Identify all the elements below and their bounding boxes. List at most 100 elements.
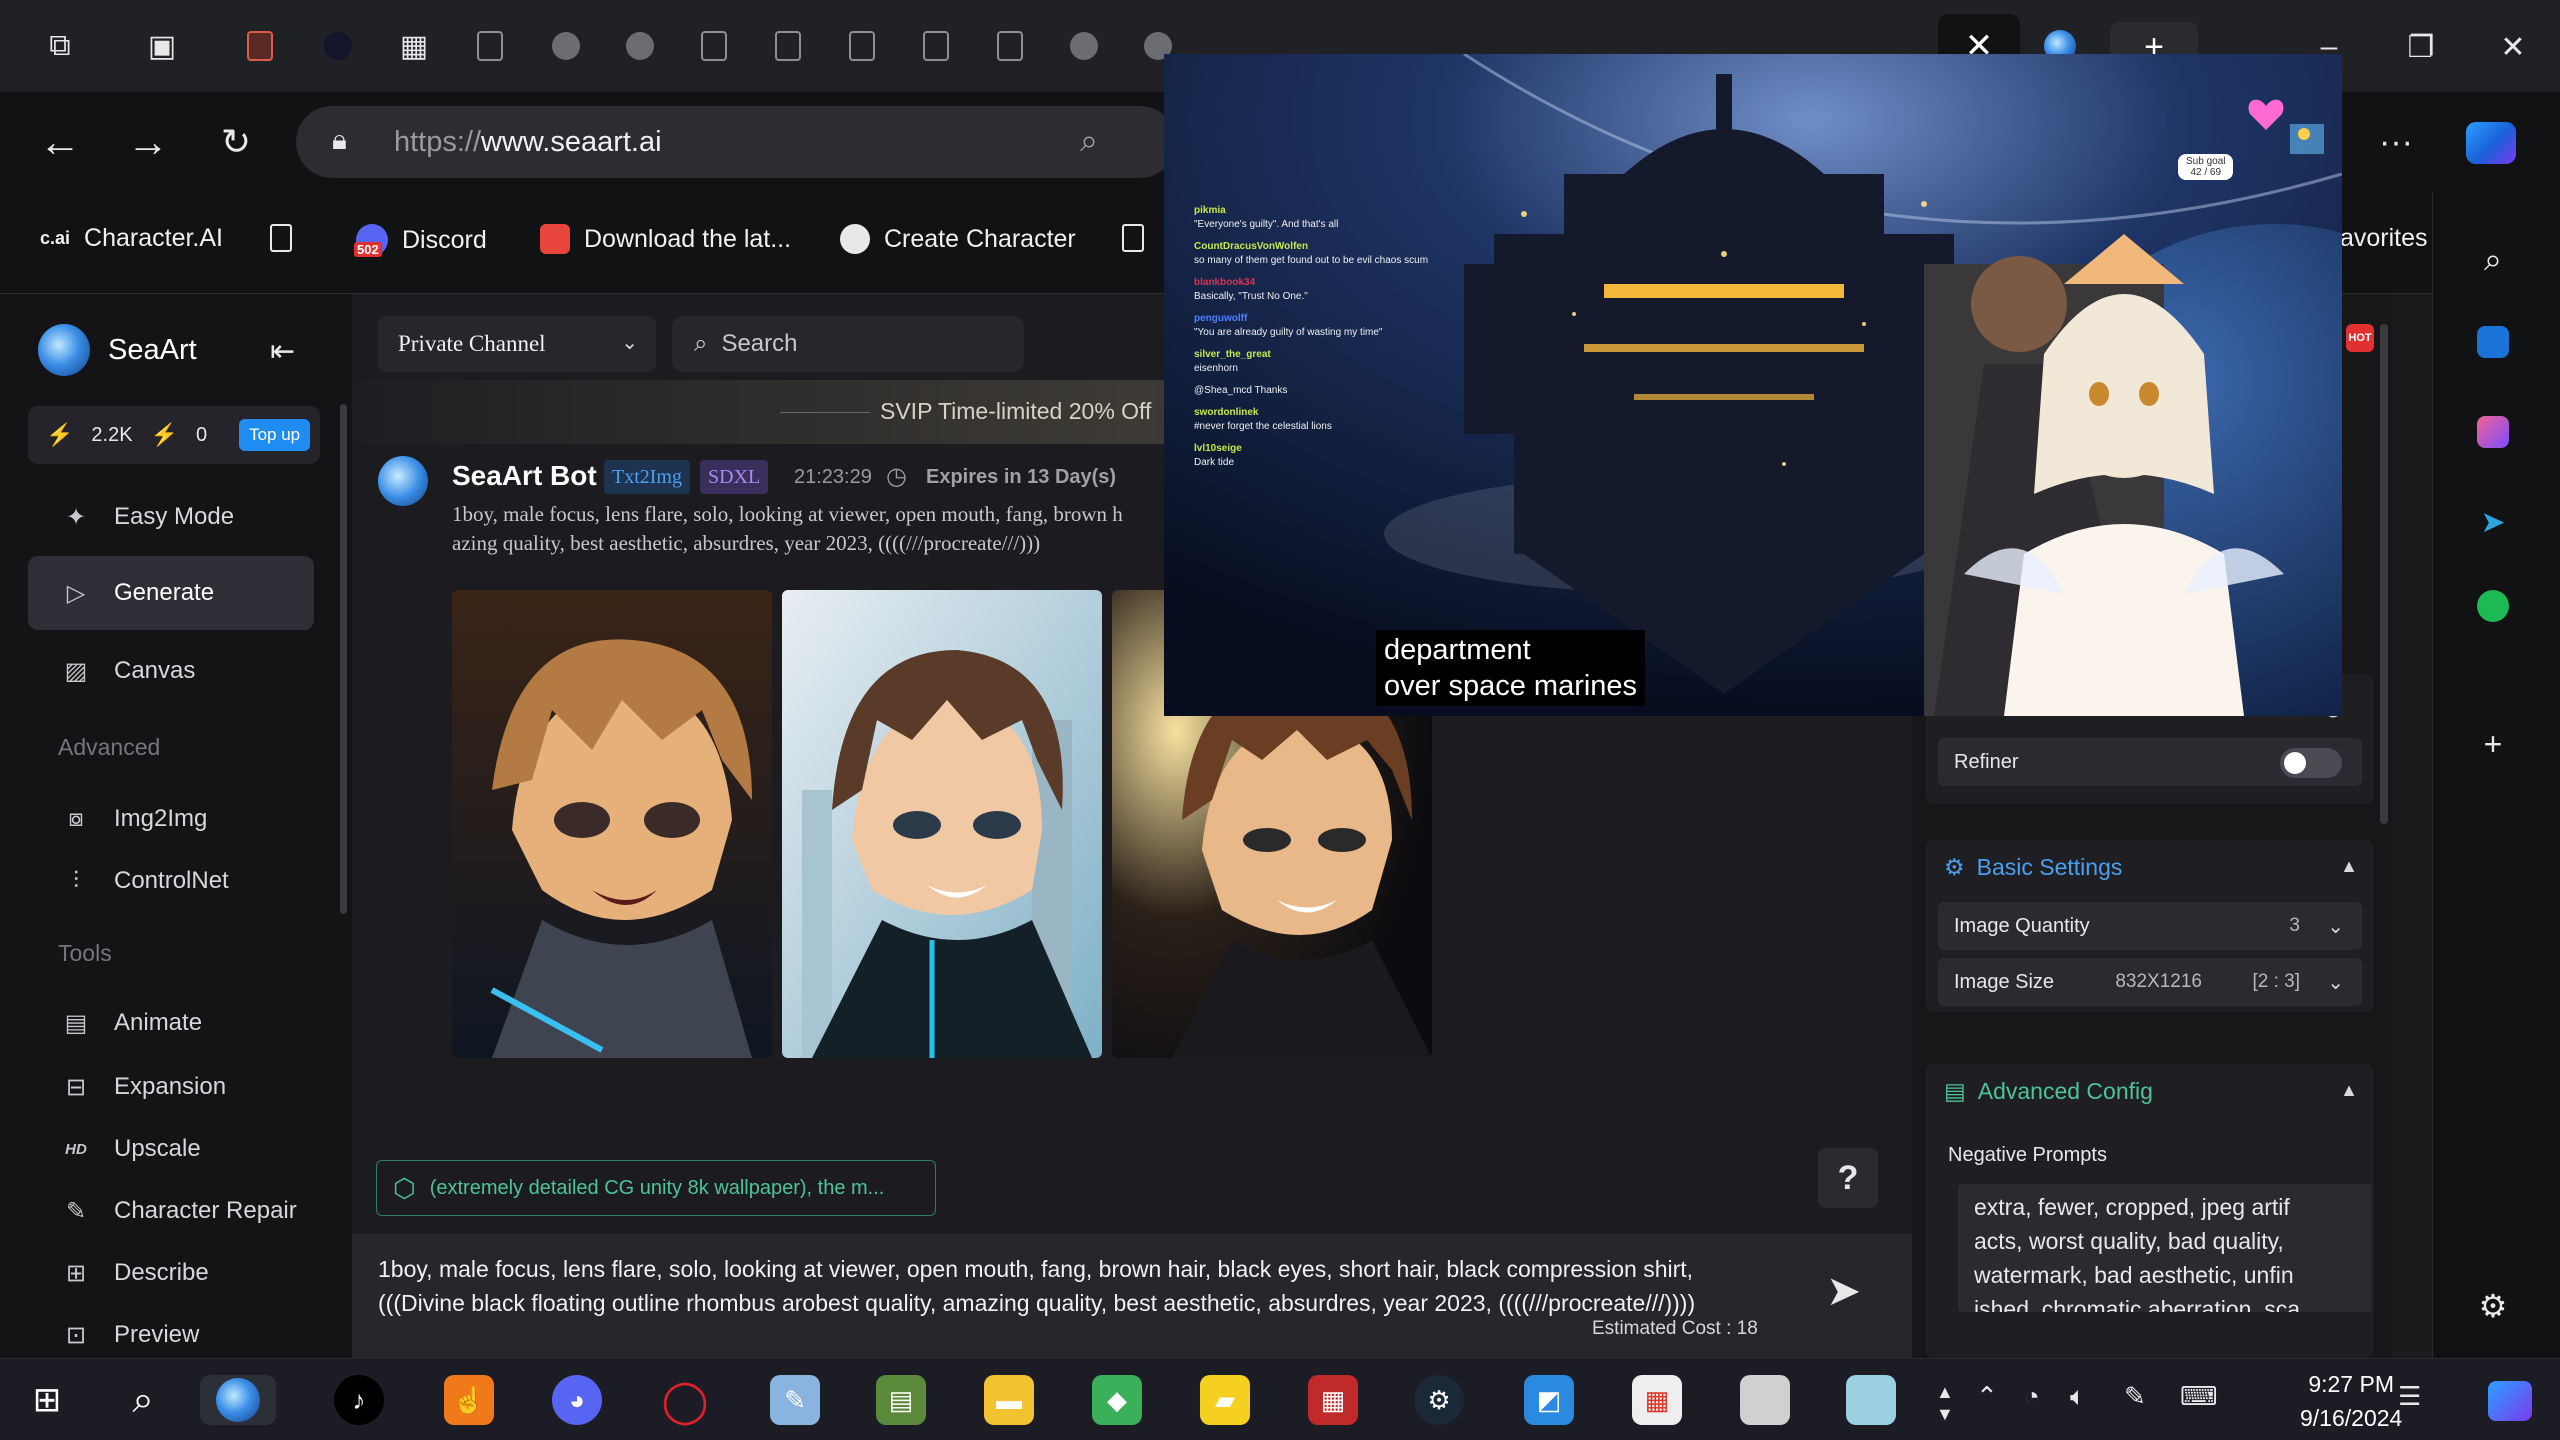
tab-favicon-dark[interactable]: [308, 14, 368, 78]
send-icon[interactable]: ➤: [1826, 1266, 1861, 1315]
file-explorer-icon[interactable]: ▬: [984, 1375, 1034, 1425]
url-domain: www.seaart.ai: [481, 126, 662, 158]
settings-gear-icon[interactable]: ⚙: [2473, 1286, 2513, 1326]
picture-in-picture-video[interactable]: pikmia "Everyone's guilty". And that's a…: [1164, 54, 2342, 716]
window-close-icon[interactable]: ✕: [2488, 22, 2538, 72]
top-up-button[interactable]: Top up: [239, 419, 311, 451]
generated-image-1[interactable]: [452, 590, 772, 1058]
windows-start-icon[interactable]: ⊞: [22, 1375, 72, 1425]
clock[interactable]: 9:27 PM 9/16/2024: [2300, 1367, 2402, 1435]
app-blue-icon[interactable]: [1846, 1375, 1896, 1425]
spotify-icon[interactable]: [2473, 586, 2513, 626]
bookmark-favorites[interactable]: avorites: [2340, 224, 2428, 253]
forward-icon[interactable]: →: [120, 114, 176, 170]
tab-favicon-page[interactable]: [460, 14, 520, 78]
expand-icon: ⊟: [65, 1073, 87, 1101]
prompt-input[interactable]: 1boy, male focus, lens flare, solo, look…: [352, 1234, 1912, 1358]
microsoft-store-icon[interactable]: ▦: [1632, 1375, 1682, 1425]
tray-overflow-icon[interactable]: ⌃: [1976, 1381, 1998, 1412]
brand[interactable]: SeaArt: [38, 324, 197, 376]
tab-favicon-edit[interactable]: [230, 14, 290, 78]
nav-label: Preview: [114, 1321, 200, 1348]
nav-generate[interactable]: ▷ Generate: [28, 556, 314, 630]
tab-favicon-openai[interactable]: [536, 14, 596, 78]
saved-prompt-chip[interactable]: ⬡ (extremely detailed CG unity 8k wallpa…: [376, 1160, 936, 1216]
more-menu-icon[interactable]: ···: [2368, 114, 2424, 170]
nav-easy-mode[interactable]: ✦ Easy Mode: [28, 480, 314, 554]
basic-settings-header[interactable]: ⚙ Basic Settings: [1944, 854, 2122, 881]
tab-favicon-page[interactable]: [758, 14, 818, 78]
tab-favicon-page[interactable]: [832, 14, 892, 78]
pen-icon[interactable]: ✎: [2124, 1381, 2146, 1412]
copilot-icon[interactable]: [2466, 122, 2516, 164]
bookmark-discord[interactable]: 502 Discord: [354, 224, 487, 257]
advanced-config-header[interactable]: ▤ Advanced Config: [1944, 1078, 2153, 1105]
tab-actions-icon[interactable]: ▣: [132, 14, 192, 78]
designer-icon[interactable]: [2473, 412, 2513, 452]
image-size-select[interactable]: Image Size 832X1216 [2 : 3] ⌄: [1938, 958, 2362, 1006]
collapse-sidebar-icon[interactable]: ⇤: [270, 334, 295, 369]
taskbar-edge-icon[interactable]: [200, 1375, 276, 1425]
keyboard-icon[interactable]: ⌨: [2180, 1381, 2218, 1412]
tab-favicon-openai[interactable]: [610, 14, 670, 78]
bookmark-create-character[interactable]: Create Character: [840, 224, 1076, 254]
nav-animate[interactable]: ▤ Animate: [28, 986, 314, 1060]
tab-favicon-page[interactable]: [906, 14, 966, 78]
prompt-text[interactable]: 1boy, male focus, lens flare, solo, look…: [378, 1252, 1808, 1320]
sticky-notes-icon[interactable]: ▰: [1200, 1375, 1250, 1425]
generated-image-2[interactable]: [782, 590, 1102, 1058]
refresh-icon[interactable]: ↻: [208, 114, 264, 170]
roblox-studio-icon[interactable]: ◩: [1524, 1375, 1574, 1425]
zoom-icon[interactable]: ⌕: [1080, 122, 1098, 160]
taskbar-scroll-icon[interactable]: ▲ ▼: [1936, 1381, 1954, 1425]
opera-icon[interactable]: ◯: [660, 1375, 710, 1425]
tab-favicon-grid[interactable]: ▦: [384, 14, 444, 78]
add-sidebar-app-icon[interactable]: +: [2473, 724, 2513, 764]
telegram-icon[interactable]: ➤: [2473, 502, 2513, 542]
hot-badge[interactable]: HOT: [2346, 324, 2374, 352]
outlook-icon[interactable]: [2473, 322, 2513, 362]
app-orange-icon[interactable]: ☝: [444, 1375, 494, 1425]
url-bar[interactable]: 🔒︎ https://www.seaart.ai ⌕: [296, 106, 1176, 178]
copilot-icon[interactable]: [2488, 1381, 2532, 1421]
bookmark-page[interactable]: [270, 224, 292, 252]
tab-favicon-openai[interactable]: [1054, 14, 1114, 78]
channel-select[interactable]: Private Channel ⌄: [378, 316, 656, 372]
bookmark-page[interactable]: [1122, 224, 1144, 252]
tab-favicon-page[interactable]: [980, 14, 1040, 78]
notifications-icon[interactable]: ☰: [2398, 1381, 2421, 1412]
bookmark-character-ai[interactable]: c.ai Character.AI: [40, 224, 223, 253]
steam-icon[interactable]: ⚙: [1414, 1375, 1464, 1425]
discord-icon[interactable]: ◕: [552, 1375, 602, 1425]
chat-user: lvl10seige: [1194, 443, 1242, 454]
tiktok-icon[interactable]: ♪: [334, 1375, 384, 1425]
nav-label: Img2Img: [114, 805, 208, 832]
negative-prompts-textarea[interactable]: extra, fewer, cropped, jpeg artif acts, …: [1958, 1184, 2372, 1312]
nav-controlnet[interactable]: ⫶ ControlNet: [28, 844, 314, 918]
back-icon[interactable]: ←: [32, 114, 88, 170]
image-quantity-select[interactable]: Image Quantity 3 ⌄: [1938, 902, 2362, 950]
wifi-icon[interactable]: ◔: [2024, 1381, 2040, 1412]
game-icon[interactable]: ▦: [1308, 1375, 1358, 1425]
collapse-caret-icon[interactable]: ▲: [2340, 856, 2358, 877]
restore-icon[interactable]: ❐: [2396, 22, 2446, 72]
search-input[interactable]: ⌕ Search: [672, 316, 1024, 372]
search-icon[interactable]: ⌕: [2473, 240, 2513, 280]
paint-icon[interactable]: ✎: [770, 1375, 820, 1425]
roblox-icon[interactable]: [1740, 1375, 1790, 1425]
panel-scrollbar[interactable]: [2380, 324, 2388, 824]
tab-favicon-page[interactable]: [684, 14, 744, 78]
discord-badge: 502: [354, 242, 382, 257]
refiner-toggle[interactable]: [2280, 748, 2342, 778]
workspaces-icon[interactable]: ⧉: [30, 14, 90, 78]
help-button[interactable]: ?: [1818, 1148, 1878, 1208]
nav-canvas[interactable]: ▨ Canvas: [28, 634, 314, 708]
play-icon: ▷: [66, 579, 86, 607]
bluestacks-icon[interactable]: ◆: [1092, 1375, 1142, 1425]
search-icon[interactable]: ⌕: [118, 1375, 168, 1425]
notepad-icon[interactable]: ▤: [876, 1375, 926, 1425]
sidebar-scrollbar[interactable]: [340, 404, 347, 914]
bookmark-download[interactable]: Download the lat...: [540, 224, 791, 254]
volume-icon[interactable]: 🔈︎: [2070, 1381, 2086, 1413]
collapse-caret-icon[interactable]: ▲: [2340, 1080, 2358, 1101]
